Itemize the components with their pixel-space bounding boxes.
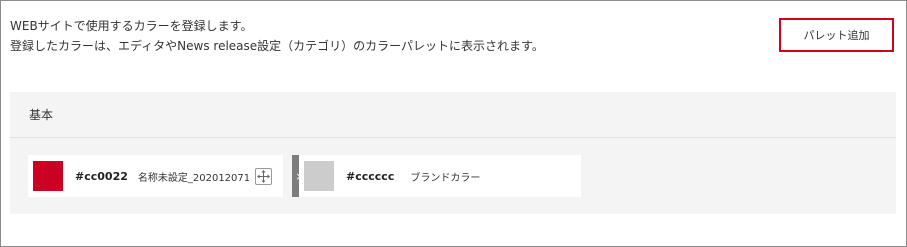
palette-group-title: 基本 [29,108,54,122]
color-item: #cc0022 名称未設定_202012071 [28,155,283,197]
color-name: 名称未設定_202012071 [137,172,249,184]
palette-group-panel: 基本 #cc0022 名称未設定_202012071 #cccccc ブランドカ… [10,92,896,214]
description-line-1: WEBサイトで使用するカラーを登録します。 [10,19,253,33]
color-settings-page: WEBサイトで使用するカラーを登録します。 登録したカラーは、エディタやNews… [0,0,907,247]
color-hex: #cc0022 [75,169,128,183]
move-arrows-icon[interactable] [254,167,272,185]
color-name: ブランドカラー [410,172,481,184]
add-palette-button[interactable]: パレット追加 [779,18,894,52]
palette-group-header: 基本 [10,92,896,138]
color-item: #cccccc ブランドカラー [299,155,581,197]
color-hex: #cccccc [346,169,395,183]
color-swatch[interactable] [304,161,334,191]
description-line-2: 登録したカラーは、エディタやNews release設定（カテゴリ）のカラーパレ… [10,39,544,53]
page-description: WEBサイトで使用するカラーを登録します。 登録したカラーは、エディタやNews… [10,16,544,56]
color-swatch[interactable] [33,161,63,191]
